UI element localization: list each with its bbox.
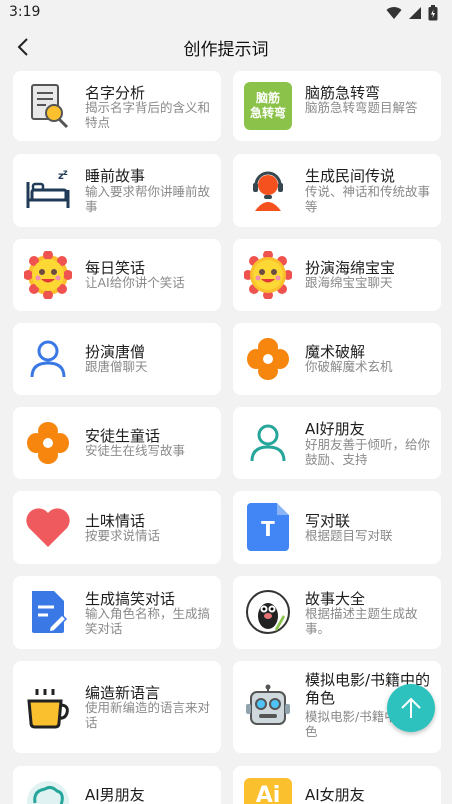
sun-face-icon [244, 251, 292, 299]
card-desc: 按要求说情话 [85, 528, 161, 543]
prompt-card[interactable]: 扮演海绵宝宝 跟海绵宝宝聊天 [233, 239, 441, 311]
prompt-card[interactable]: 安徒生童话 安徒生在线写故事 [13, 407, 221, 479]
coffee-cup-icon [24, 683, 72, 731]
card-desc: 输入角色名称，生成搞笑对话 [85, 606, 211, 636]
status-bar: 3:19 [0, 0, 452, 26]
card-desc: 跟海绵宝宝聊天 [305, 275, 393, 290]
orange-flower-icon [24, 419, 72, 467]
prompt-card[interactable]: 每日笑话 让AI给你讲个笑话 [13, 239, 221, 311]
card-desc: 使用新编造的语言来对话 [85, 700, 211, 730]
card-desc: 根据题目写对联 [305, 528, 393, 543]
status-icons [386, 5, 438, 21]
bed-icon: zz [24, 166, 72, 214]
user-outline-icon [24, 335, 72, 383]
card-desc: 传说、神话和传统故事等 [305, 184, 431, 214]
battery-icon [428, 5, 438, 21]
name-analysis-icon [24, 82, 72, 130]
prompt-card[interactable]: zz 睡前故事 输入要求帮你讲睡前故事 [13, 154, 221, 227]
prompt-card[interactable]: Ai AI女朋友 [233, 766, 441, 804]
heart-icon [24, 503, 72, 551]
prompt-card[interactable]: 脑筋 急转弯 脑筋急转弯 脑筋急转弯题目解答 [233, 71, 441, 141]
card-desc: 你破解魔术玄机 [305, 359, 393, 374]
brain-icon [24, 778, 72, 804]
app-header: 创作提示词 [0, 26, 452, 68]
orange-flower-icon [244, 335, 292, 383]
prompt-card[interactable]: AI男朋友 [13, 766, 221, 804]
robot-icon [244, 683, 292, 731]
ai-badge-icon: Ai [244, 778, 292, 804]
prompt-card[interactable]: 扮演唐僧 跟唐僧聊天 [13, 323, 221, 395]
card-title: AI好朋友 [305, 420, 365, 438]
card-desc: 输入要求帮你讲睡前故事 [85, 184, 211, 214]
prompt-card[interactable]: AI好朋友 好朋友善于倾听，给你鼓励、支持 [233, 407, 441, 479]
card-desc: 脑筋急转弯题目解答 [305, 100, 418, 115]
card-desc: 好朋友善于倾听，给你鼓励、支持 [305, 437, 431, 467]
edit-document-icon [24, 588, 72, 636]
wifi-icon [386, 7, 402, 20]
prompt-card[interactable]: T 写对联 根据题目写对联 [233, 491, 441, 564]
document-t-icon: T [244, 503, 292, 551]
card-desc: 根据描述主题生成故事。 [305, 606, 418, 636]
doc-t-letter: T [261, 517, 275, 541]
mole-avatar-icon [244, 588, 292, 636]
signal-icon [409, 7, 421, 19]
brain-teaser-icon: 脑筋 急转弯 [244, 82, 292, 130]
prompt-card[interactable]: 名字分析 揭示名字背后的含义和特点 [13, 71, 221, 141]
card-desc: 跟唐僧聊天 [85, 359, 148, 374]
prompt-card[interactable]: 生成民间传说 传说、神话和传统故事等 [233, 154, 441, 227]
user-outline-icon [244, 419, 292, 467]
card-title: AI男朋友 [85, 786, 145, 804]
sun-face-icon [24, 251, 72, 299]
card-desc: 让AI给你讲个笑话 [85, 275, 185, 290]
prompt-card[interactable]: 生成搞笑对话 输入角色名称，生成搞笑对话 [13, 576, 221, 649]
prompt-card[interactable]: 魔术破解 你破解魔术玄机 [233, 323, 441, 395]
prompt-card[interactable]: 故事大全 根据描述主题生成故事。 [233, 576, 441, 649]
card-desc: 安徒生在线写故事 [85, 443, 186, 458]
arrow-up-icon [401, 697, 421, 718]
scroll-to-top-button[interactable] [387, 684, 435, 732]
card-desc: 揭示名字背后的含义和特点 [85, 100, 211, 130]
card-title: 生成民间传说 [305, 167, 396, 185]
card-title: AI女朋友 [305, 786, 365, 804]
card-title: 睡前故事 [85, 167, 146, 185]
page-title: 创作提示词 [183, 40, 269, 60]
status-time: 3:19 [9, 4, 41, 20]
headset-agent-icon [244, 166, 292, 214]
ai-badge-text: Ai [244, 778, 292, 804]
prompt-card[interactable]: 编造新语言 使用新编造的语言来对话 [13, 661, 221, 753]
svg-text:z: z [63, 168, 68, 177]
prompt-card[interactable]: 土味情话 按要求说情话 [13, 491, 221, 564]
